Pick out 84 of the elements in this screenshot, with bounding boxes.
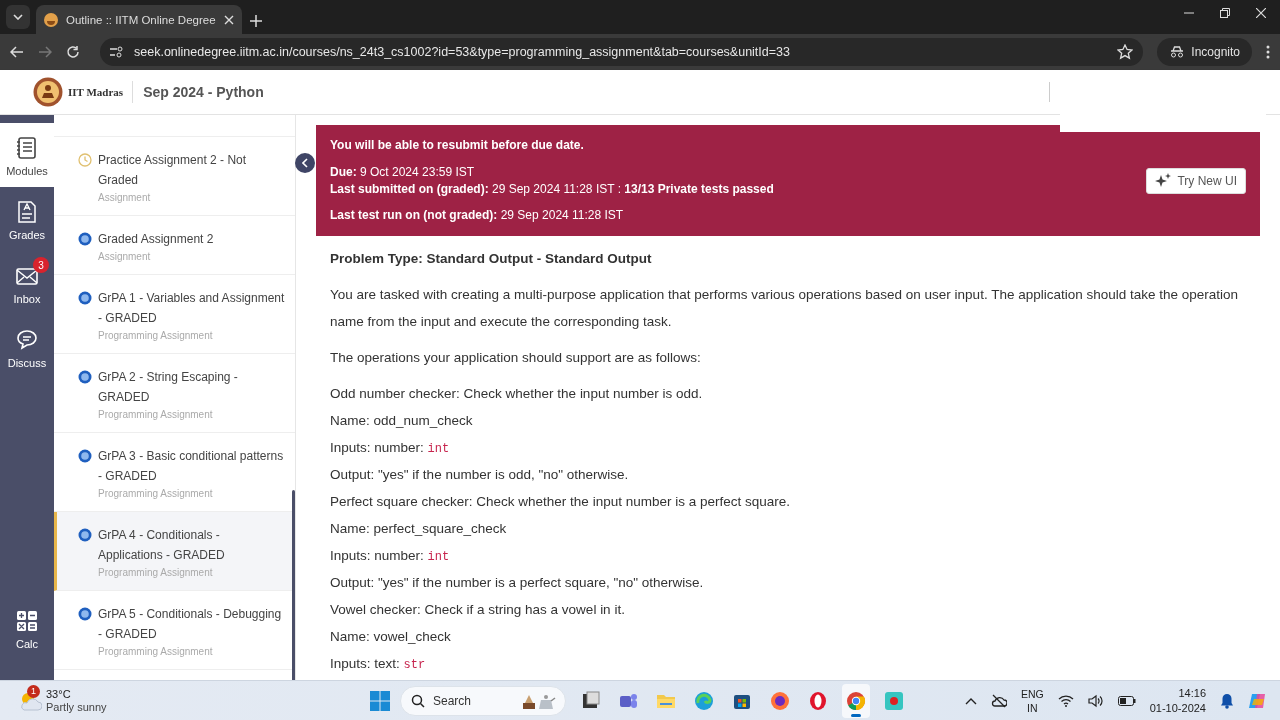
windows-start-icon[interactable]	[370, 690, 390, 711]
tab-list-button[interactable]	[6, 5, 30, 29]
incognito-button[interactable]: Incognito	[1157, 38, 1252, 66]
ring-icon	[808, 690, 828, 711]
battery-icon[interactable]	[1117, 695, 1136, 706]
organization-name: IIT Madras	[68, 86, 124, 98]
sparkle-icon	[1155, 172, 1172, 189]
chevron-down-icon	[13, 14, 23, 20]
text-line: Inputs: text: str	[330, 655, 427, 674]
rail-item[interactable]: Calc	[0, 596, 54, 660]
text-line: Vowel checker: Check if a string has a vowel in it.	[330, 601, 626, 619]
status-line: Due: 9 Oct 2024 23:59 IST	[330, 164, 476, 181]
status-dot-icon	[78, 232, 92, 246]
back-icon[interactable]	[10, 46, 24, 58]
reload-icon[interactable]	[66, 45, 80, 59]
clock-icon	[78, 153, 92, 167]
chat-icon	[16, 329, 38, 351]
text-line: Inputs: number: int	[330, 547, 451, 566]
search-field[interactable]: Search	[400, 685, 566, 716]
status-dot-icon	[78, 528, 92, 542]
clock[interactable]: 14:16 01-10-2024	[1149, 685, 1206, 716]
envelope-icon	[16, 265, 38, 287]
rail-item[interactable]: Grades	[0, 187, 54, 251]
notification-badge: 3	[33, 257, 49, 273]
record-icon	[884, 690, 904, 711]
module-item[interactable]: Graded Assignment 2 Assignment	[54, 216, 295, 275]
text-line: Name: odd_num_check	[330, 412, 474, 430]
module-item[interactable]: GrPA 4 - Conditionals - Applications - GRADED Programming Assignment	[54, 512, 295, 591]
volume-icon[interactable]	[1087, 693, 1104, 708]
incognito-icon	[1169, 46, 1186, 58]
problem-type: Problem Type: Standard Output - Standard Output	[330, 250, 653, 268]
rail-item[interactable]: Inbox 3	[0, 251, 54, 315]
try-new-ui-button[interactable]: Try New UI	[1146, 167, 1246, 194]
language-indicator[interactable]: ENG IN	[1020, 686, 1044, 715]
text-line: Name: vowel_check	[330, 628, 452, 646]
status-dot-icon	[78, 449, 92, 463]
cloud-off-icon[interactable]	[990, 693, 1007, 708]
chevron-left-icon	[302, 158, 308, 168]
rail-item[interactable]: Modules	[0, 123, 54, 187]
text-line: Name: perfect_square_check	[330, 520, 508, 538]
text-line: Output: "yes" if the number is odd, "no" otherwise.	[330, 466, 630, 484]
bell-icon[interactable]	[1220, 692, 1234, 709]
status-dot-icon	[78, 370, 92, 384]
course-title: Sep 2024 - Python	[143, 84, 264, 100]
globe-icon	[694, 690, 714, 711]
status-line: Last test run on (not graded): 29 Sep 2024 11:28 IST	[330, 207, 625, 224]
browser-tab[interactable]: Outline :: IITM Online Degree	[36, 5, 242, 34]
collapse-button[interactable]	[295, 153, 315, 173]
paragraph: The operations your application should support are as follows:	[330, 349, 702, 367]
status-line: Last submitted on (graded): 29 Sep 2024 11:28 IST : 13/13 Private tests passed	[330, 181, 775, 198]
star-icon[interactable]	[1117, 44, 1134, 60]
paragraph: You are tasked with creating a multi-purpose application that performs various operations based on user input. The application should take the operation name from the input and execute the corresponding task.	[330, 286, 1240, 331]
taskbar-app-button[interactable]	[842, 683, 870, 718]
search-icon	[411, 693, 425, 708]
restore-icon[interactable]	[1220, 8, 1230, 18]
module-item[interactable]: Practice Assignment 2 - Not Graded Assignment	[54, 137, 295, 216]
text-line: Inputs: number: int	[330, 439, 451, 458]
text-line: Odd number checker: Check whether the input number is odd.	[330, 385, 704, 403]
calculator-icon	[16, 610, 38, 632]
notification-badge: 1	[27, 684, 40, 698]
new-tab-icon[interactable]	[250, 15, 262, 27]
address-bar[interactable]: seek.onlinedegree.iitm.ac.in/courses/ns_24t3_cs1002?id=53&type=programming_assignment&tab=courses&unitId=33	[100, 38, 1144, 66]
status-dot-icon	[78, 607, 92, 621]
chrome-icon	[846, 690, 866, 711]
weather-description: Partly sunny	[46, 700, 107, 714]
close-icon[interactable]	[224, 14, 234, 25]
text-line: Output: "yes" if the number is a perfect square, "no" otherwise.	[330, 574, 705, 592]
favicon-icon	[44, 12, 58, 27]
wifi-icon[interactable]	[1057, 694, 1074, 707]
grades-icon	[16, 201, 38, 223]
notice-text: You will be able to resubmit before due date.	[330, 137, 585, 154]
chevron-up-icon[interactable]	[964, 696, 977, 705]
site-settings-icon[interactable]	[110, 46, 124, 58]
status-dot-icon	[78, 291, 92, 305]
window-icon	[580, 690, 600, 711]
modules-icon	[16, 137, 38, 159]
rail-item[interactable]: Discuss	[0, 315, 54, 379]
menu-icon[interactable]	[1266, 45, 1270, 59]
temperature: 33°C	[46, 687, 72, 701]
text-line: Perfect square checker: Check whether the input number is a perfect square.	[330, 493, 791, 511]
module-item[interactable]: GrPA 2 - String Escaping - GRADED Programming Assignment	[54, 354, 295, 433]
logo-icon	[33, 77, 63, 107]
module-item[interactable]: GrPA 1 - Variables and Assignment - GRADED Programming Assignment	[54, 275, 295, 354]
close-icon[interactable]	[1256, 8, 1266, 18]
